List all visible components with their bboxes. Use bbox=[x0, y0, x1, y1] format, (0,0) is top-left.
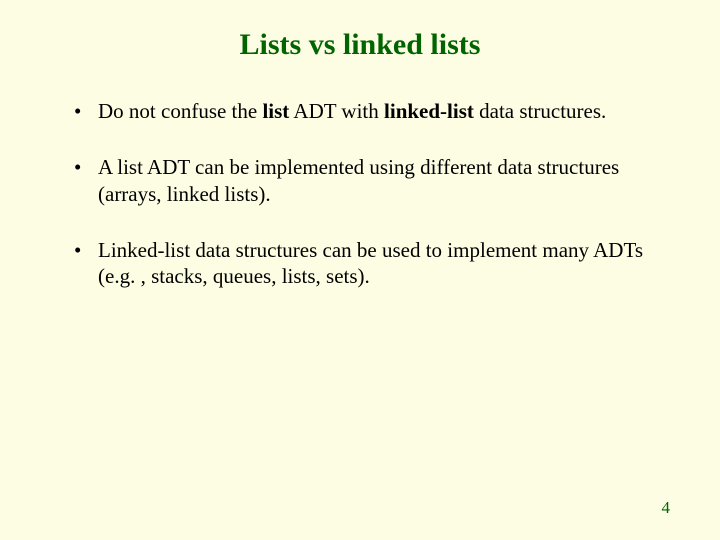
slide-title: Lists vs linked lists bbox=[50, 28, 670, 62]
bullet-list: Do not confuse the list ADT with linked-… bbox=[50, 98, 670, 289]
slide: Lists vs linked lists Do not confuse the… bbox=[0, 0, 720, 540]
bullet-text: A list ADT can be implemented using diff… bbox=[98, 155, 619, 205]
bullet-text: Do not confuse the bbox=[98, 99, 262, 123]
bullet-text: data structures. bbox=[474, 99, 606, 123]
bullet-text: Linked-list data structures can be used … bbox=[98, 238, 643, 288]
bullet-bold: list bbox=[262, 99, 289, 123]
page-number: 4 bbox=[662, 498, 671, 518]
bullet-text: ADT with bbox=[289, 99, 384, 123]
bullet-item-1: Do not confuse the list ADT with linked-… bbox=[74, 98, 670, 124]
bullet-item-3: Linked-list data structures can be used … bbox=[74, 237, 670, 290]
bullet-bold: linked-list bbox=[384, 99, 474, 123]
bullet-item-2: A list ADT can be implemented using diff… bbox=[74, 154, 670, 207]
